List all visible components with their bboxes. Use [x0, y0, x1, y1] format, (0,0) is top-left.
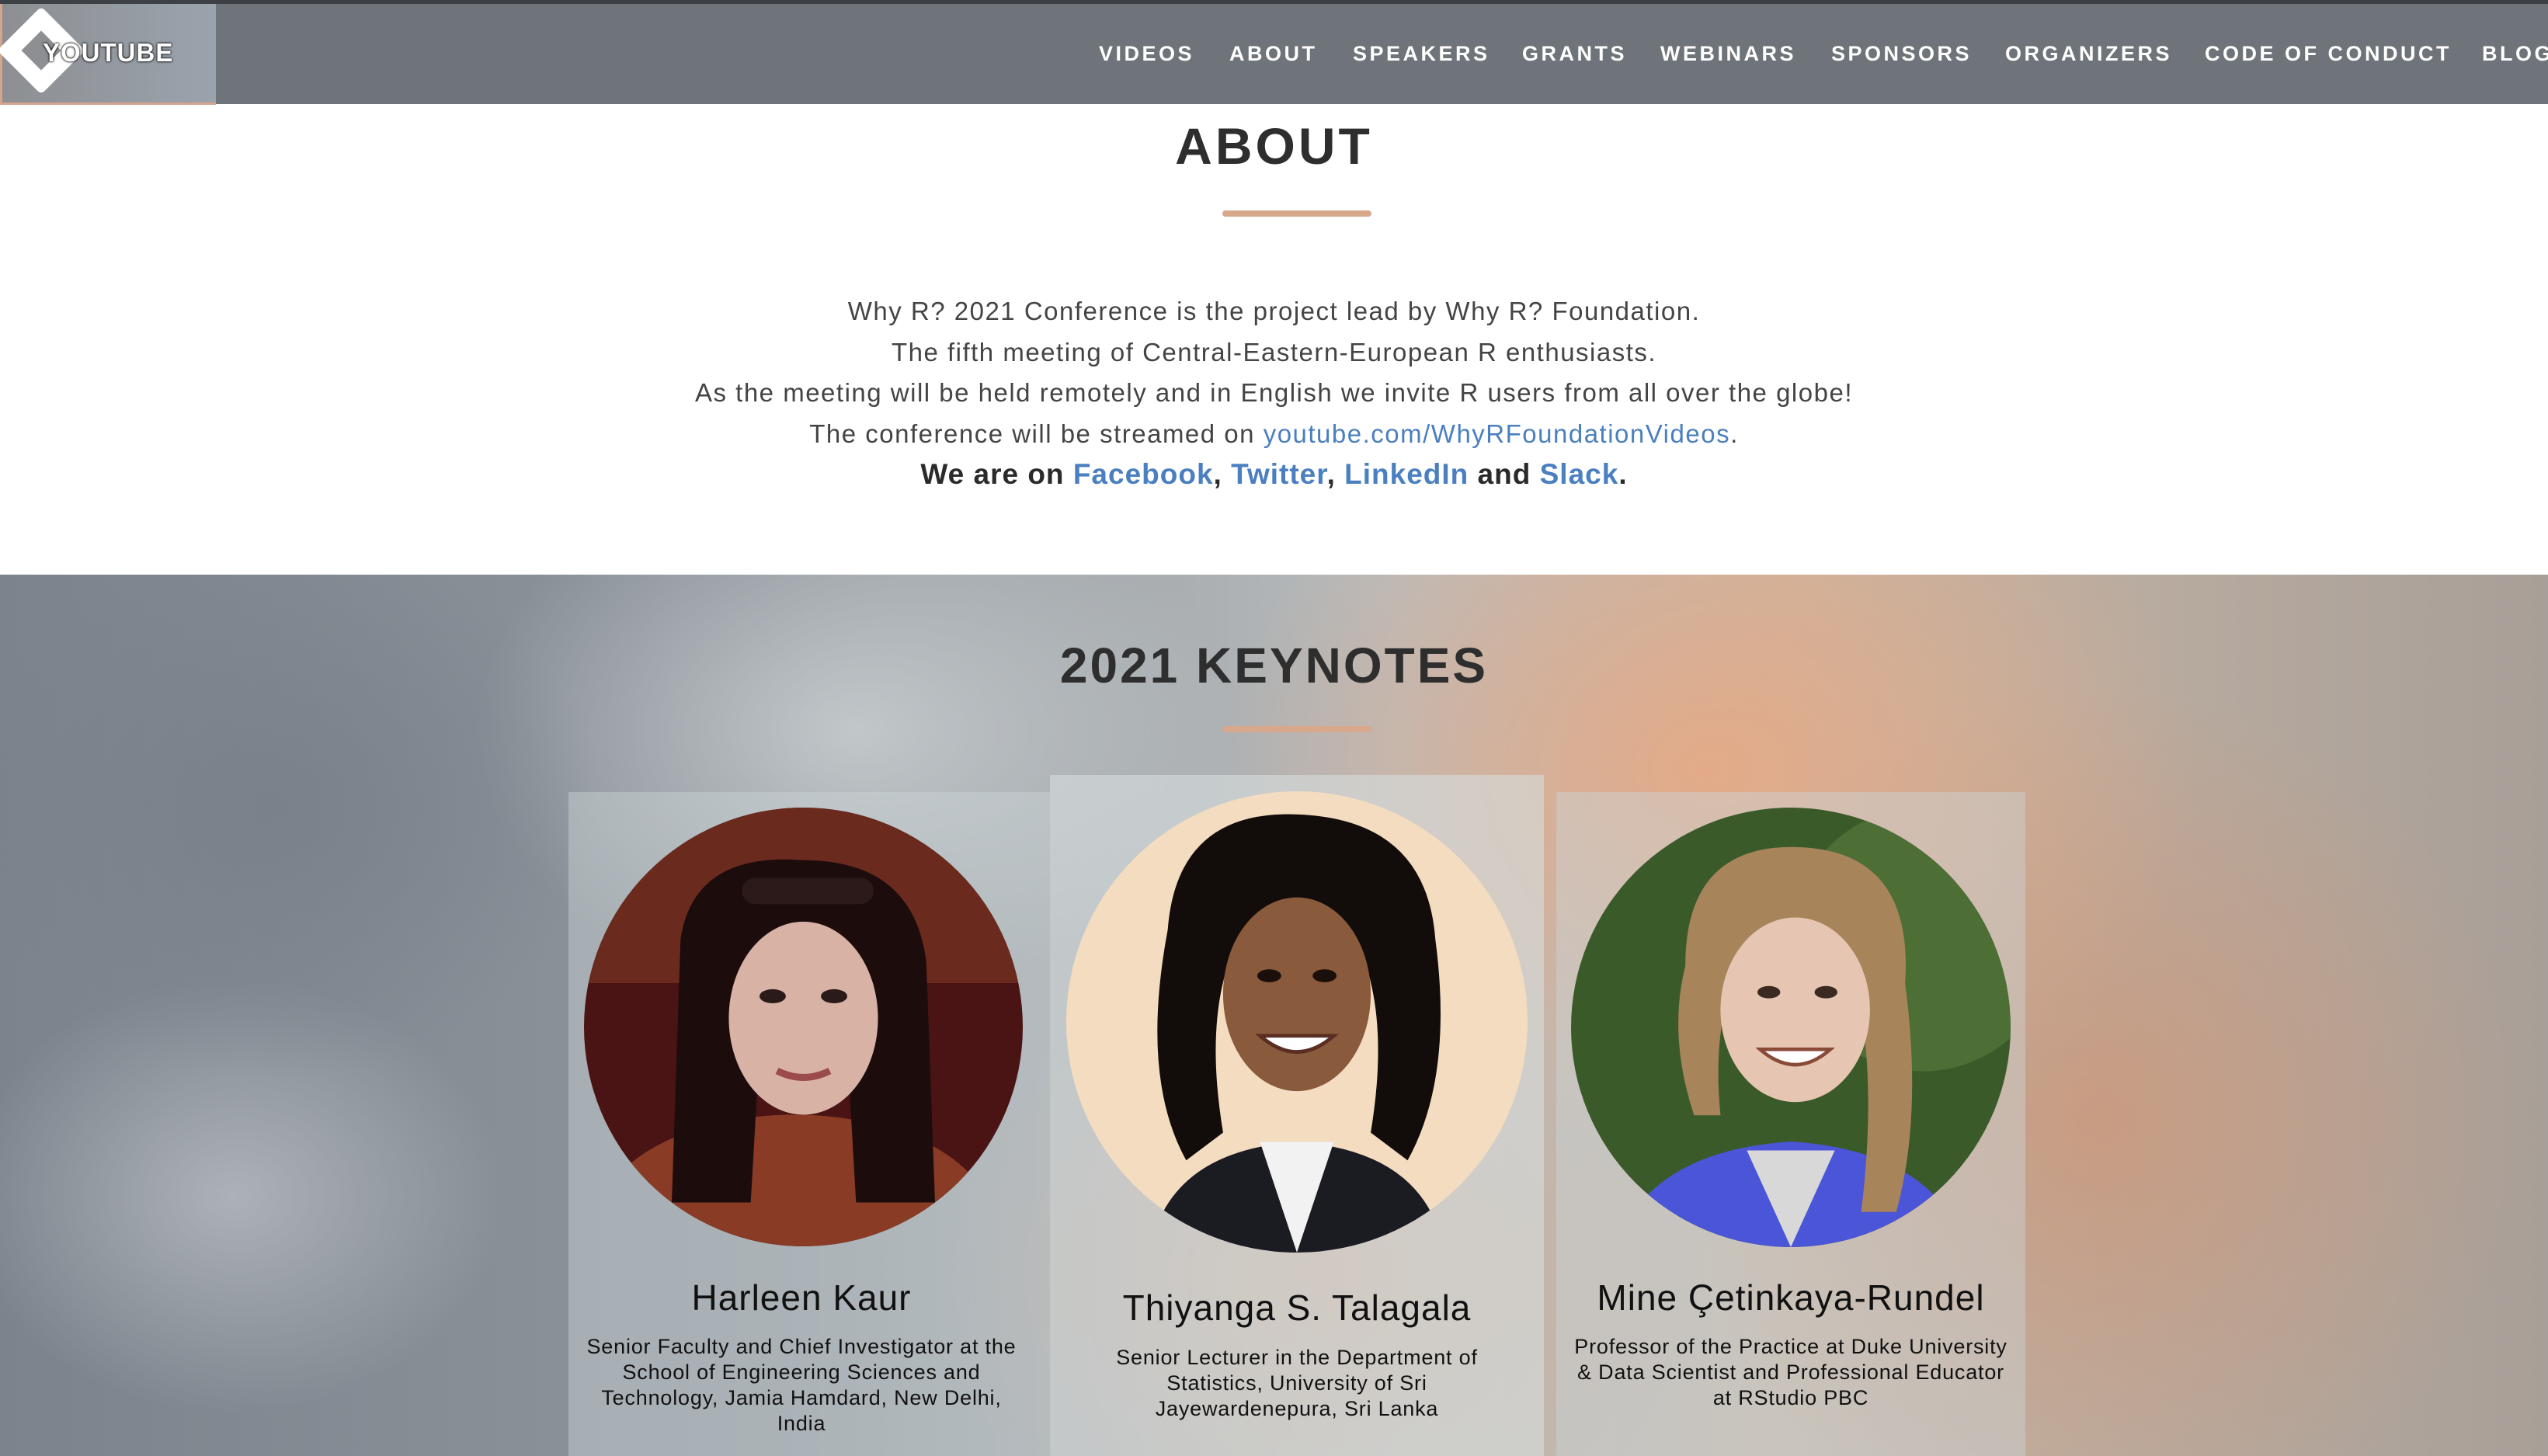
top-navigation-bar: YOUTUBE VIDEOS ABOUT SPEAKERS GRANTS WEB…	[0, 0, 2548, 105]
nav-item-blog[interactable]: BLOG	[2482, 42, 2548, 66]
speaker-photo-3	[1571, 808, 2011, 1247]
about-stream-line: The conference will be streamed on youtu…	[0, 419, 2548, 449]
speaker-photo-1	[584, 808, 1023, 1246]
about-line-1: Why R? 2021 Conference is the project le…	[847, 297, 1701, 325]
nav-item-speakers[interactable]: SPEAKERS	[1353, 42, 1490, 66]
and-word: and	[1469, 458, 1540, 490]
speaker-bio-1: Senior Faculty and Chief Investigator at…	[586, 1335, 1017, 1435]
nav-item-grants[interactable]: GRANTS	[1522, 42, 1627, 66]
speaker-bio-2: Senior Lecturer in the Department of Sta…	[1116, 1346, 1478, 1420]
speaker-name-2: Thiyanga S. Talagala	[1122, 1287, 1472, 1328]
social-links-line: We are on Facebook, Twitter, LinkedIn an…	[0, 458, 2548, 491]
speaker-name-3: Mine Çetinkaya-Rundel	[1597, 1277, 1985, 1318]
keynotes-heading: 2021 KEYNOTES	[1059, 638, 1489, 693]
period: .	[1618, 458, 1628, 490]
speaker-bio-3: Professor of the Practice at Duke Univer…	[1574, 1335, 2007, 1409]
speaker-name-1: Harleen Kaur	[691, 1277, 912, 1318]
about-line-2: The fifth meeting of Central-Eastern-Eur…	[891, 338, 1657, 367]
nav-item-organizers[interactable]: ORGANIZERS	[2005, 42, 2172, 66]
nav-item-sponsors[interactable]: SPONSORS	[1831, 42, 1972, 66]
nav-item-webinars[interactable]: WEBINARS	[1660, 42, 1796, 66]
logo-label: YOUTUBE	[43, 38, 174, 67]
nav-item-code-of-conduct[interactable]: CODE OF CONDUCT	[2205, 42, 2452, 66]
nav-item-videos[interactable]: VIDEOS	[1099, 42, 1194, 66]
twitter-link[interactable]: Twitter	[1231, 458, 1327, 490]
comma-1: ,	[1213, 458, 1222, 490]
stream-suffix: .	[1730, 419, 1739, 448]
linkedin-link[interactable]: LinkedIn	[1344, 458, 1469, 490]
youtube-channel-link[interactable]: youtube.com/WhyRFoundationVideos	[1264, 419, 1730, 448]
speaker-photo-2	[1066, 791, 1528, 1253]
about-divider	[1222, 210, 1371, 217]
keynotes-divider	[1222, 726, 1371, 732]
social-prefix: We are on	[920, 458, 1073, 490]
site-logo[interactable]: YOUTUBE	[0, 4, 216, 105]
nav-item-about[interactable]: ABOUT	[1229, 42, 1318, 66]
about-heading: ABOUT	[1175, 117, 1373, 175]
slack-link[interactable]: Slack	[1540, 458, 1619, 490]
stream-prefix: The conference will be streamed on	[809, 419, 1264, 448]
about-line-3: As the meeting will be held remotely and…	[694, 378, 1853, 407]
comma-2: ,	[1326, 458, 1336, 490]
facebook-link[interactable]: Facebook	[1073, 458, 1214, 490]
